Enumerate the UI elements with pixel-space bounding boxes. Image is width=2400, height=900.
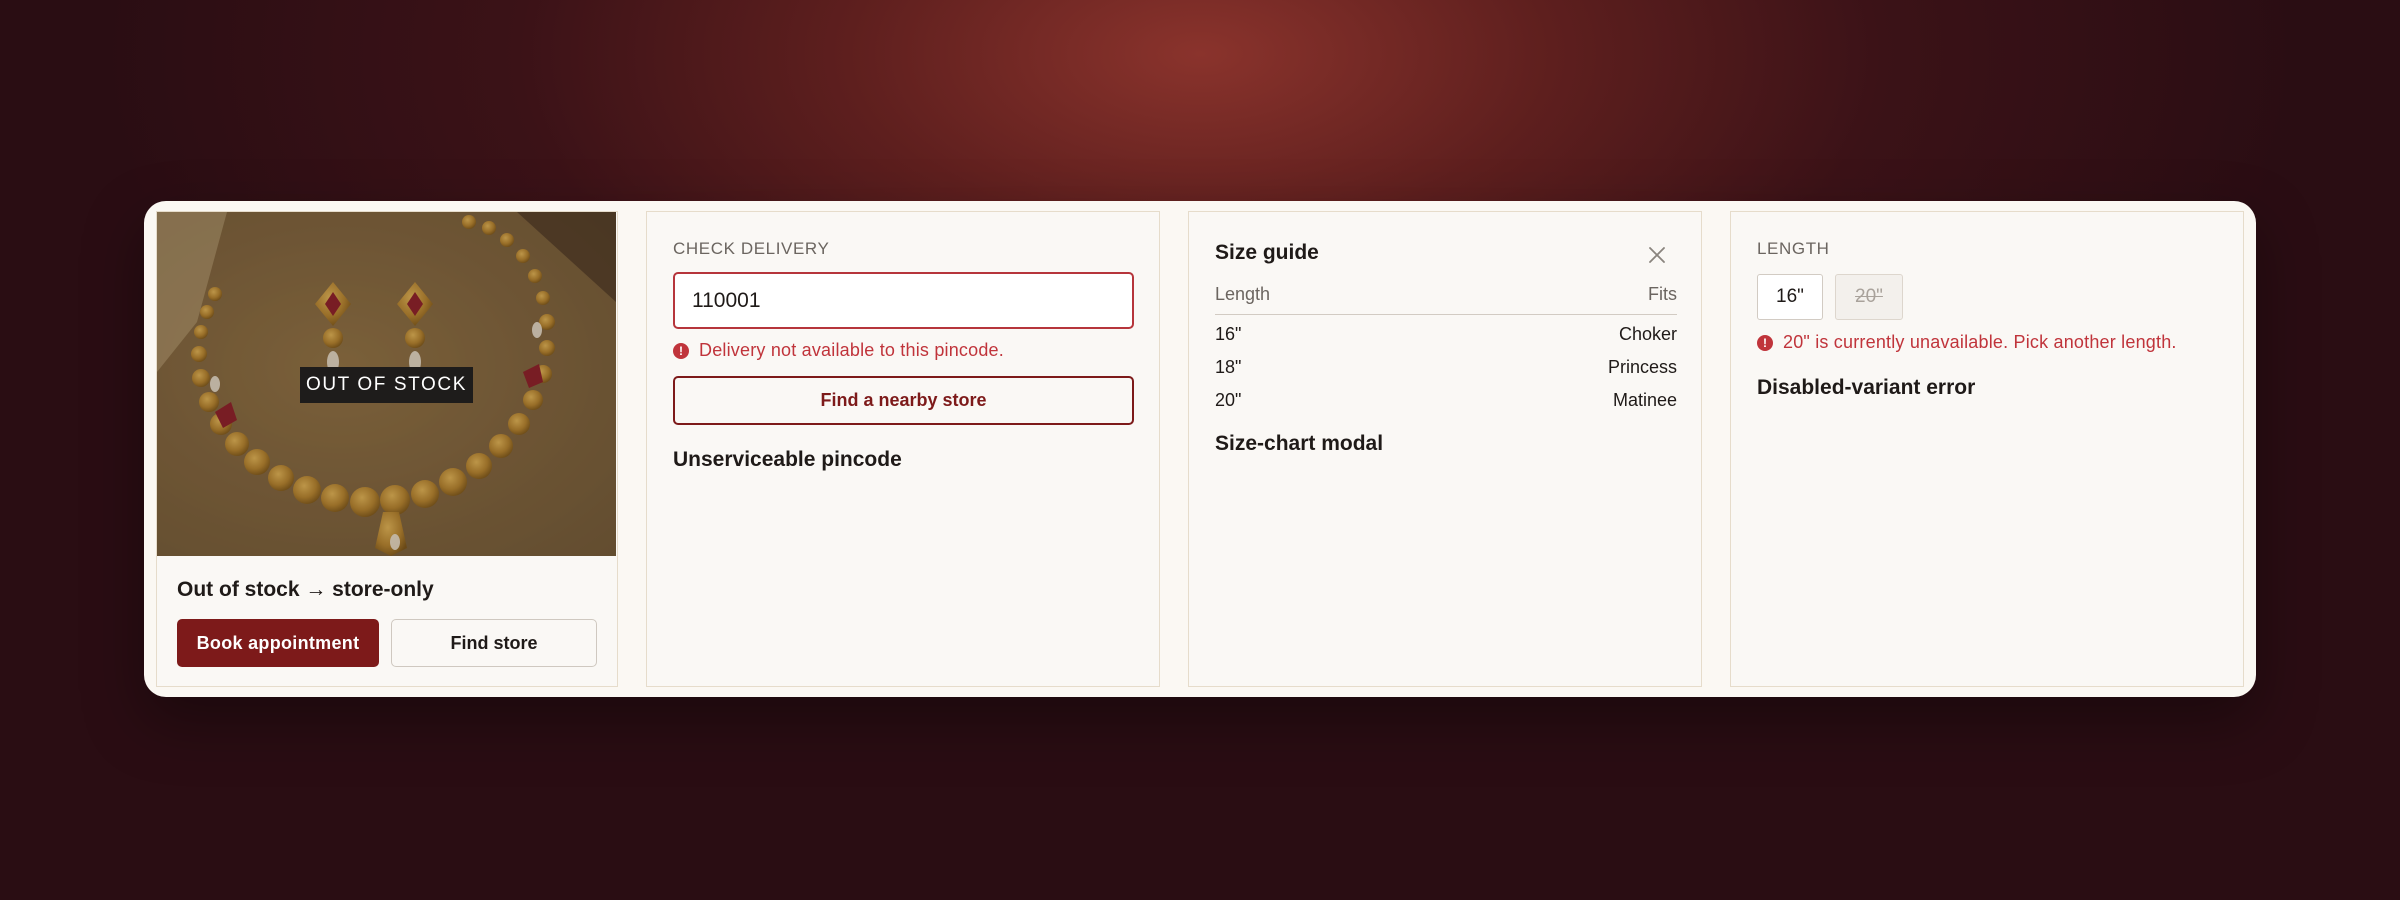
error-icon: ! [673,342,689,359]
table-row: 20" Matinee [1215,390,1677,414]
table-row: 16" Choker [1215,324,1677,348]
check-delivery-label: CHECK DELIVERY [673,239,830,258]
size-guide-card: Size guide Length Fits 16" Choker 18" Pr… [1188,211,1702,687]
column-header-length: Length [1215,284,1271,304]
length-cell: 20" [1215,390,1242,410]
out-of-stock-caption: Out of stock → store-only [177,578,434,601]
close-icon[interactable] [1645,243,1669,267]
column-header-fits: Fits [1648,284,1677,304]
delivery-check-card: CHECK DELIVERY ! Delivery not available … [646,211,1160,687]
length-label: LENGTH [1757,239,1830,258]
disabled-variant-caption: Disabled-variant error [1757,376,1976,399]
error-icon: ! [1757,334,1773,351]
size-guide-title: Size guide [1215,241,1319,264]
state-showcase-board: OUT OF STOCK Out of stock → store-only B… [144,201,2256,697]
length-option-20-disabled[interactable]: 20" [1835,274,1903,320]
length-cell: 16" [1215,324,1242,344]
length-cell: 18" [1215,357,1242,377]
out-of-stock-badge: OUT OF STOCK [300,367,473,403]
delivery-error: ! Delivery not available to this pincode… [673,340,1004,361]
variant-error: ! 20" is currently unavailable. Pick ano… [1757,332,2177,353]
book-appointment-button[interactable]: Book appointment [177,619,379,667]
variant-error-card: LENGTH 16" 20" ! 20" is currently unavai… [1730,211,2244,687]
fits-cell: Princess [1607,357,1677,377]
table-row: 18" Princess [1215,357,1677,381]
fits-cell: Matinee [1612,390,1677,410]
out-of-stock-card: OUT OF STOCK Out of stock → store-only B… [156,211,618,687]
fits-cell: Choker [1618,324,1677,344]
unserviceable-pincode-caption: Unserviceable pincode [673,448,902,471]
find-store-button[interactable]: Find store [391,619,597,667]
variant-error-text: 20" is currently unavailable. Pick anoth… [1783,332,2177,352]
product-image-necklace: OUT OF STOCK [157,212,616,556]
length-option-16[interactable]: 16" [1757,274,1823,320]
delivery-error-text: Delivery not available to this pincode. [699,340,1004,360]
size-chart-modal-caption: Size-chart modal [1215,432,1384,455]
size-guide-header-row: Length Fits [1215,284,1677,315]
pincode-input[interactable] [673,272,1134,329]
find-nearby-store-button[interactable]: Find a nearby store [673,376,1134,425]
